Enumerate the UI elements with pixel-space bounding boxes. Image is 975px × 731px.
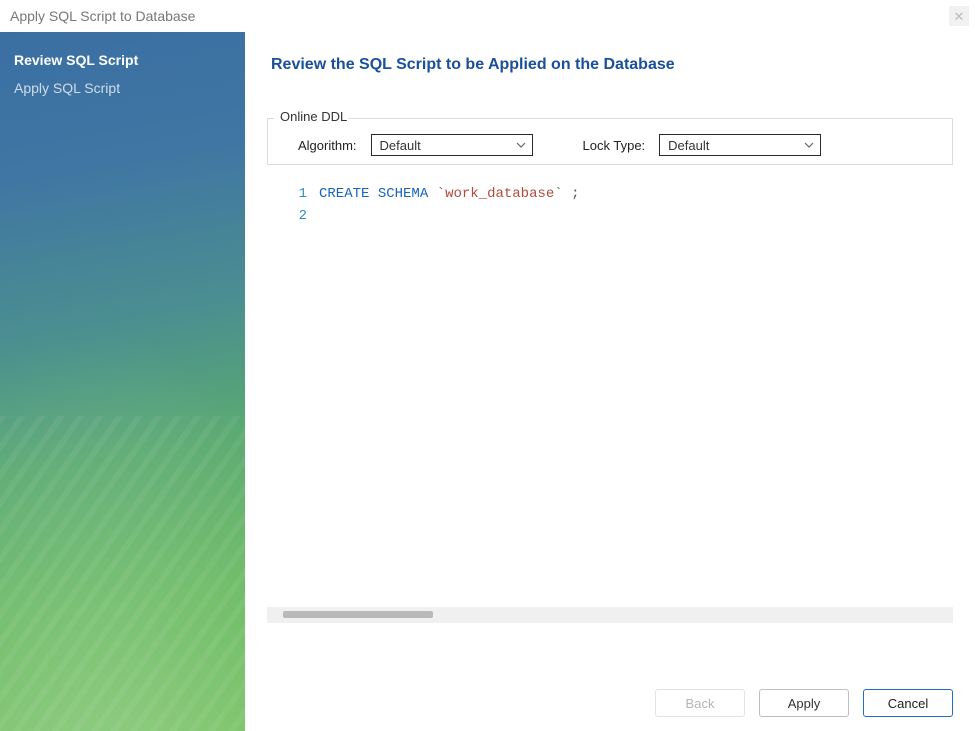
step-label: Apply SQL Script xyxy=(14,80,120,96)
scroll-thumb[interactable] xyxy=(283,611,433,618)
sql-editor[interactable]: 1 2 CREATE SCHEMA `work_database` ; xyxy=(267,177,953,603)
back-button[interactable]: Back xyxy=(655,689,745,717)
cancel-button[interactable]: Cancel xyxy=(863,689,953,717)
online-ddl-group: Online DDL Algorithm: Default Lock Type:… xyxy=(267,118,953,165)
lock-type-value: Default xyxy=(668,138,709,153)
window-title: Apply SQL Script to Database xyxy=(10,8,195,24)
lock-type-select[interactable]: Default xyxy=(659,134,821,156)
sql-identifier: work_database xyxy=(445,186,554,202)
algorithm-select[interactable]: Default xyxy=(371,134,533,156)
online-ddl-legend: Online DDL xyxy=(276,109,351,124)
step-review-sql[interactable]: Review SQL Script xyxy=(0,46,245,74)
chevron-down-icon xyxy=(804,138,814,153)
line-number: 2 xyxy=(267,205,307,227)
backtick: ` xyxy=(437,186,445,202)
step-apply-sql[interactable]: Apply SQL Script xyxy=(0,74,245,102)
titlebar: Apply SQL Script to Database ✕ xyxy=(0,0,975,32)
algorithm-value: Default xyxy=(380,138,421,153)
close-button[interactable]: ✕ xyxy=(949,6,969,26)
chevron-down-icon xyxy=(516,138,526,153)
close-icon: ✕ xyxy=(954,10,965,23)
footer-buttons: Back Apply Cancel xyxy=(265,623,955,717)
lock-type-label: Lock Type: xyxy=(583,138,646,153)
backtick: ` xyxy=(554,186,562,202)
wizard-sidebar: Review SQL Script Apply SQL Script xyxy=(0,32,245,731)
button-label: Apply xyxy=(788,696,821,711)
button-label: Back xyxy=(686,696,715,711)
algorithm-label: Algorithm: xyxy=(298,138,357,153)
main-panel: Review the SQL Script to be Applied on t… xyxy=(245,32,975,731)
horizontal-scrollbar[interactable] xyxy=(267,607,953,623)
sql-keyword: SCHEMA xyxy=(378,186,428,202)
page-title: Review the SQL Script to be Applied on t… xyxy=(265,56,955,74)
sql-keyword: CREATE xyxy=(319,186,369,202)
semicolon: ; xyxy=(571,186,579,202)
code-area[interactable]: CREATE SCHEMA `work_database` ; xyxy=(315,177,953,603)
step-label: Review SQL Script xyxy=(14,52,138,68)
line-number: 1 xyxy=(267,183,307,205)
apply-button[interactable]: Apply xyxy=(759,689,849,717)
line-gutter: 1 2 xyxy=(267,177,315,603)
button-label: Cancel xyxy=(888,696,928,711)
